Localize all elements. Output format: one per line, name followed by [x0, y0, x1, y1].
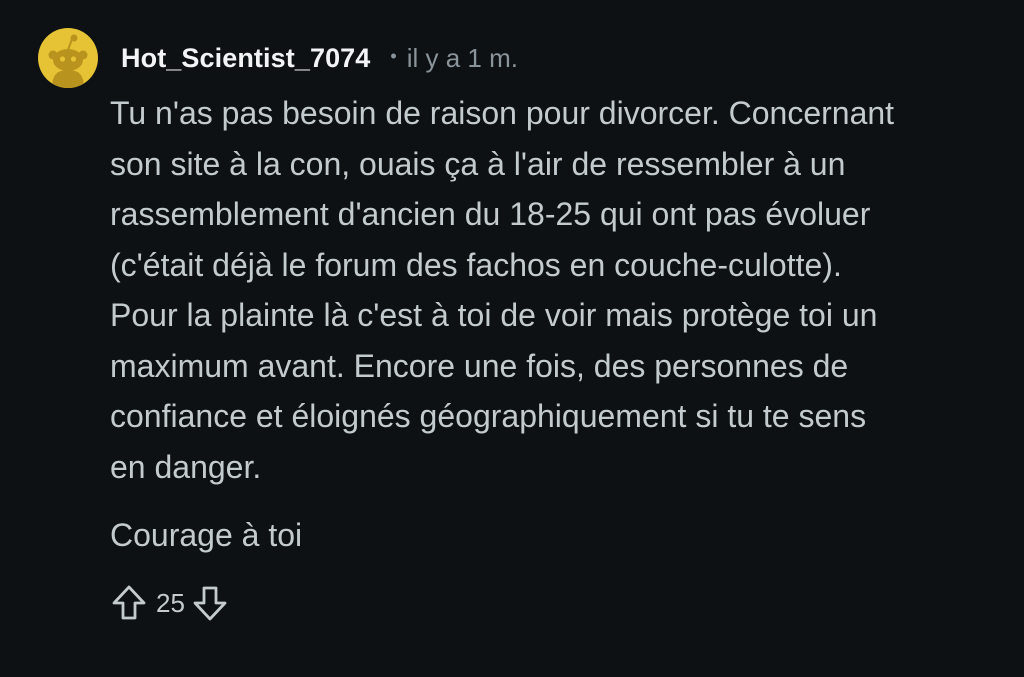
comment-paragraph-2: Courage à toi — [110, 517, 303, 553]
comment-paragraph-1: Tu n'as pas besoin de raison pour divorc… — [110, 95, 895, 485]
comment-timestamp: il y a 1 m. — [406, 42, 518, 73]
upvote-arrow-icon — [112, 585, 146, 620]
downvote-button[interactable] — [191, 583, 229, 623]
snoo-avatar-icon — [48, 34, 88, 88]
downvote-arrow-icon — [193, 586, 227, 621]
author-username[interactable]: Hot_Scientist_7074 — [121, 43, 370, 74]
upvote-button[interactable] — [110, 583, 148, 623]
comment-header: Hot_Scientist_7074 • il y a 1 m. — [38, 28, 518, 88]
avatar[interactable] — [38, 28, 98, 88]
comment: Hot_Scientist_7074 • il y a 1 m. Tu n'as… — [0, 0, 1024, 677]
vote-count: 25 — [156, 587, 185, 618]
vote-bar: 25 — [110, 583, 229, 623]
meta-separator: • — [390, 45, 397, 66]
